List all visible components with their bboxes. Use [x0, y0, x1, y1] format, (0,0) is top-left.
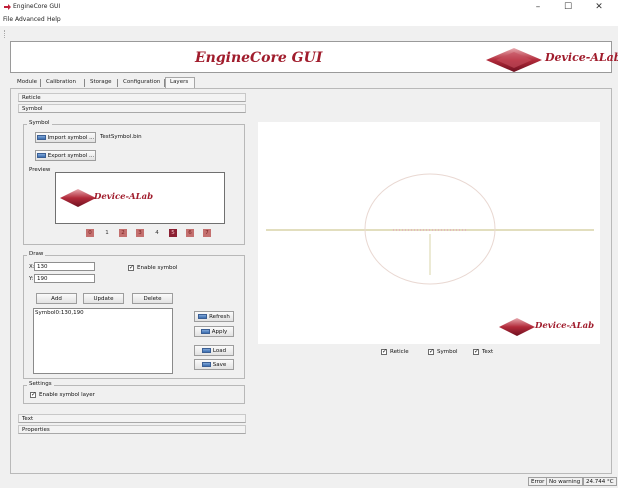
- menu-file[interactable]: File: [3, 16, 13, 23]
- toolbar-grip: [4, 30, 6, 38]
- update-button[interactable]: Update: [83, 293, 124, 304]
- section-reticle[interactable]: Reticle: [18, 93, 246, 102]
- list-item[interactable]: Symbol0:130,190: [35, 310, 84, 316]
- tab-calibration[interactable]: Calibration: [46, 79, 76, 85]
- enable-symbol-checkbox[interactable]: ✓: [128, 265, 134, 271]
- symbol-slot-1[interactable]: 1: [103, 229, 111, 237]
- y-label: Y:: [29, 276, 34, 282]
- import-symbol-button[interactable]: Import symbol ...: [35, 132, 96, 143]
- enable-symbol-layer-label: Enable symbol layer: [39, 392, 95, 398]
- symbol-slot-2[interactable]: 2: [119, 229, 127, 237]
- apply-button[interactable]: Apply: [194, 326, 234, 337]
- section-text[interactable]: Text: [18, 414, 246, 423]
- add-button[interactable]: Add: [36, 293, 77, 304]
- symbol-slot-4[interactable]: 4: [153, 229, 161, 237]
- tab-divider: [117, 79, 118, 87]
- symbol-slot-7[interactable]: 7: [203, 229, 211, 237]
- tab-configuration[interactable]: Configuration: [123, 79, 160, 85]
- settings-group-title: Settings: [27, 381, 54, 387]
- tab-storage[interactable]: Storage: [90, 79, 112, 85]
- symbol-group-title: Symbol: [27, 120, 52, 126]
- reticle-visible-label: Reticle: [390, 349, 409, 355]
- reticle-overlay: [266, 173, 594, 285]
- section-symbol[interactable]: Symbol: [18, 104, 246, 113]
- reticle-visible-checkbox[interactable]: ✓: [381, 349, 387, 355]
- tab-divider: [40, 79, 41, 87]
- symbol-filename: TestSymbol.bin: [100, 134, 142, 140]
- maximize-button[interactable]: ☐: [557, 1, 579, 13]
- minimize-button[interactable]: –: [527, 1, 549, 13]
- status-temperature: 24.744 °C: [583, 477, 617, 486]
- save-button[interactable]: Save: [194, 359, 234, 370]
- load-button[interactable]: Load: [194, 345, 234, 356]
- enable-symbol-label: Enable symbol: [137, 265, 178, 271]
- apply-icon: [200, 329, 210, 334]
- red-arrow-icon: [4, 4, 11, 10]
- load-label: Load: [212, 347, 227, 354]
- y-coordinate-input[interactable]: 190: [34, 274, 95, 283]
- export-symbol-label: Export symbol ...: [47, 152, 95, 159]
- menu-advanced[interactable]: Advanced: [15, 16, 45, 23]
- tab-layers[interactable]: Layers: [170, 79, 188, 85]
- device-alab-logo-icon: [486, 48, 542, 72]
- symbol-slot-6[interactable]: 6: [186, 229, 194, 237]
- device-alab-logo-icon: [60, 189, 96, 207]
- symbol-slot-0[interactable]: 0: [86, 229, 94, 237]
- banner-title: EngineCore GUI: [195, 50, 323, 66]
- tab-divider: [84, 79, 85, 87]
- canvas-logo-text: Device-ALab: [535, 321, 595, 331]
- load-icon: [201, 348, 211, 353]
- export-icon: [36, 153, 46, 158]
- tab-module[interactable]: Module: [17, 79, 37, 85]
- section-properties[interactable]: Properties: [18, 425, 246, 434]
- enable-symbol-layer-checkbox[interactable]: ✓: [30, 392, 36, 398]
- tab-divider: [164, 79, 165, 87]
- symbol-list[interactable]: [33, 308, 173, 374]
- status-warning: No warning: [546, 477, 584, 486]
- symbol-slot-5[interactable]: 5: [169, 229, 177, 237]
- menu-help[interactable]: Help: [47, 16, 61, 23]
- save-icon: [201, 362, 211, 367]
- title-bar: [0, 0, 618, 14]
- import-symbol-label: Import symbol ...: [47, 134, 95, 141]
- close-button[interactable]: ✕: [588, 1, 610, 13]
- x-coordinate-input[interactable]: 130: [34, 262, 95, 271]
- text-visible-checkbox[interactable]: ✓: [473, 349, 479, 355]
- symbol-visible-checkbox[interactable]: ✓: [428, 349, 434, 355]
- refresh-icon: [198, 314, 208, 319]
- refresh-label: Refresh: [209, 313, 230, 320]
- preview-label: Preview: [29, 167, 51, 173]
- banner-logo-text: Device-ALab: [545, 51, 618, 64]
- save-label: Save: [212, 361, 227, 368]
- window-title: EngineCore GUI: [13, 3, 61, 10]
- device-alab-logo-icon: [499, 318, 535, 336]
- preview-logo-text: Device-ALab: [94, 192, 154, 202]
- symbol-visible-label: Symbol: [437, 349, 458, 355]
- import-icon: [36, 135, 46, 140]
- menu-bar: [0, 14, 618, 26]
- status-error: Error: [528, 477, 548, 486]
- apply-label: Apply: [211, 328, 228, 335]
- symbol-slot-3[interactable]: 3: [136, 229, 144, 237]
- draw-group-title: Draw: [27, 251, 46, 257]
- export-symbol-button[interactable]: Export symbol ...: [35, 150, 96, 161]
- refresh-button[interactable]: Refresh: [194, 311, 234, 322]
- delete-button[interactable]: Delete: [132, 293, 173, 304]
- text-visible-label: Text: [482, 349, 494, 355]
